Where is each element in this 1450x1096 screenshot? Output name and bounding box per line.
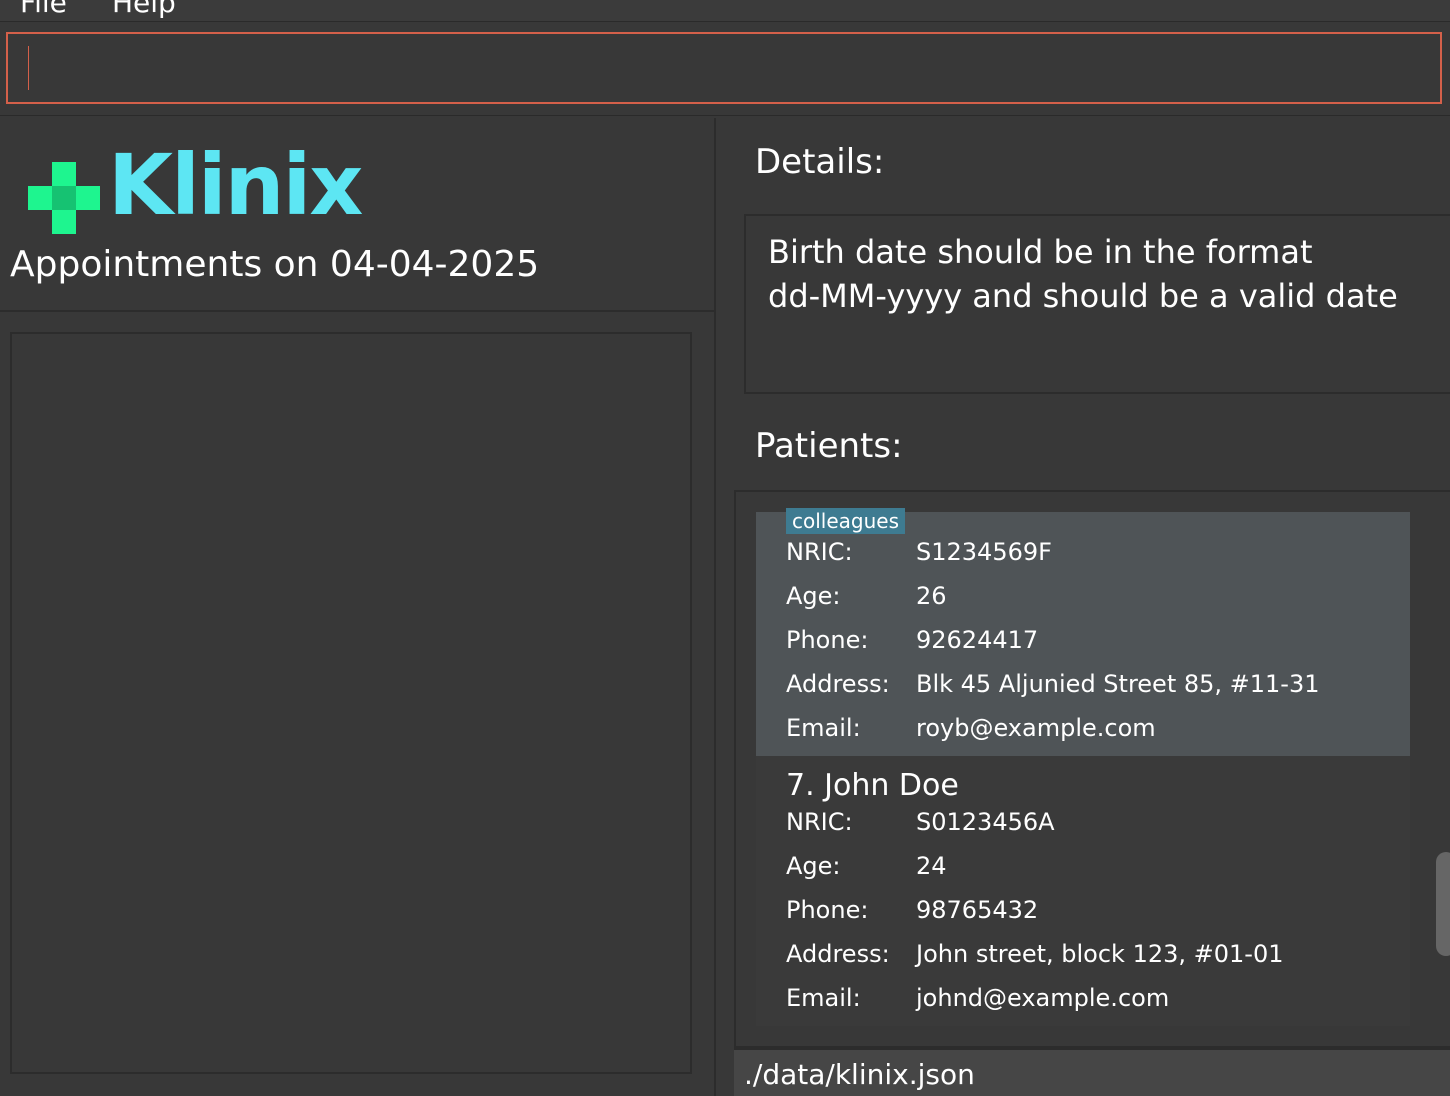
address-value: Blk 45 Aljunied Street 85, #11-31: [916, 670, 1320, 698]
details-message-line: Birth date should be in the format: [768, 233, 1313, 271]
email-label: Email:: [786, 984, 861, 1012]
email-value: royb@example.com: [916, 714, 1156, 742]
address-value: John street, block 123, #01-01: [916, 940, 1284, 968]
phone-label: Phone:: [786, 626, 869, 654]
age-value: 24: [916, 852, 947, 880]
plus-cross-icon: [28, 162, 100, 234]
tag-badge: colleagues: [786, 508, 906, 534]
menu-bar: File Help: [0, 0, 1450, 22]
app-logo: Klinix: [28, 136, 363, 234]
nric-value: S1234569F: [916, 538, 1052, 566]
scrollbar[interactable]: [1436, 492, 1450, 1046]
patient-card[interactable]: 7. John Doe NRIC: S0123456A Age: 24 Phon…: [756, 756, 1410, 1026]
patients-list[interactable]: colleagues NRIC: S1234569F Age: 26 Phone…: [734, 490, 1450, 1048]
appointments-title: Appointments on 04-04-2025: [10, 244, 540, 285]
nric-label: NRIC:: [786, 538, 853, 566]
patient-name: 7. John Doe: [786, 768, 959, 803]
text-caret: [28, 46, 29, 90]
nric-label: NRIC:: [786, 808, 853, 836]
status-bar: ./data/klinix.json: [734, 1048, 1450, 1096]
address-label: Address:: [786, 940, 890, 968]
age-label: Age:: [786, 852, 841, 880]
email-label: Email:: [786, 714, 861, 742]
appointments-list[interactable]: [10, 332, 692, 1074]
patient-card[interactable]: colleagues NRIC: S1234569F Age: 26 Phone…: [756, 508, 1410, 756]
left-pane: Klinix Appointments on 04-04-2025: [0, 118, 716, 1096]
right-pane: Details: Birth date should be in the for…: [718, 118, 1450, 1096]
phone-value: 98765432: [916, 896, 1039, 924]
divider: [0, 310, 714, 312]
menu-file[interactable]: File: [20, 0, 67, 19]
patients-label: Patients:: [755, 426, 903, 466]
file-path: ./data/klinix.json: [744, 1058, 975, 1091]
command-area: [0, 22, 1450, 116]
age-label: Age:: [786, 582, 841, 610]
phone-label: Phone:: [786, 896, 869, 924]
details-label: Details:: [755, 142, 885, 182]
details-box[interactable]: Birth date should be in the format dd-MM…: [744, 214, 1450, 394]
address-label: Address:: [786, 670, 890, 698]
age-value: 26: [916, 582, 947, 610]
scrollbar-thumb[interactable]: [1436, 852, 1450, 956]
nric-value: S0123456A: [916, 808, 1055, 836]
command-input[interactable]: [36, 42, 1426, 94]
details-message: Birth date should be in the format dd-MM…: [768, 230, 1428, 318]
email-value: johnd@example.com: [916, 984, 1170, 1012]
command-box[interactable]: [6, 32, 1442, 104]
details-message-line: dd-MM-yyyy and should be a valid date: [768, 277, 1398, 315]
phone-value: 92624417: [916, 626, 1039, 654]
menu-help[interactable]: Help: [112, 0, 176, 19]
logo-text: Klinix: [108, 136, 363, 234]
